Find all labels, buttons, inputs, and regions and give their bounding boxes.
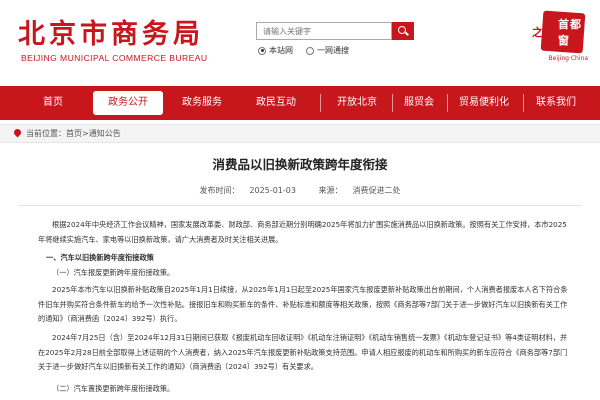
nav-item-gov-services[interactable]: 政务服务 [172,86,232,120]
nav-item-open-beijing[interactable]: 开放北京 [328,86,386,120]
article-paragraph: 2024年7月25日（含）至2024年12月31日期间已获取《报废机动车回收证明… [38,333,568,372]
nav-item-trade-facilitation[interactable]: 贸易便利化 [450,86,518,120]
nav-item-contact-us[interactable]: 联系我们 [527,86,585,120]
site-logo-cn[interactable]: 北京市商务局 [18,12,204,51]
subsection-heading: （二）汽车置换更新跨年度衔接政策。 [52,384,175,393]
publish-date: 2025-01-03 [249,186,296,195]
location-pin-icon [12,127,23,138]
radio-icon[interactable] [258,46,266,55]
brand-en-label: Beijing·China [548,55,588,62]
section-heading: 一、汽车以旧换新跨年度衔接政策 [46,253,154,262]
nav-item-ciftis[interactable]: 服贸会 [396,86,442,120]
site-header: 北京市商务局 BEIJING MUNICIPAL COMMERCE BUREAU… [0,0,600,86]
nav-item-interaction[interactable]: 政民互动 [246,86,306,120]
scope-option-label: 一网通搜 [317,46,349,55]
main-nav: 首页 政务公开 政务服务 政民互动 开放北京 服贸会 贸易便利化 联系我们 [0,86,600,120]
divider [18,205,582,206]
radio-icon[interactable] [306,46,314,55]
publish-label: 发布时间： [199,186,240,195]
breadcrumb: 当前位置：首页>通知公告 [0,124,600,143]
scope-option-site[interactable]: 本站网 [258,45,293,56]
breadcrumb-prefix: 当前位置： [26,129,66,138]
nav-item-home[interactable]: 首页 [28,86,78,120]
scope-option-all[interactable]: 一网通搜 [306,45,349,56]
nav-item-gov-affairs-open[interactable]: 政务公开 [93,91,163,115]
nav-divider [392,94,393,112]
scope-option-label: 本站网 [269,46,293,55]
article-paragraph: 根据2024年中央经济工作会议精神，国家发展改革委、财政部、商务部近期分别明确2… [38,220,567,244]
article-title: 消费品以旧换新政策跨年度衔接 [212,157,388,172]
nav-divider [447,94,448,112]
article-paragraph: 2025年本市汽车以旧换新补贴政策自2025年1月1日续接，从2025年1月1日… [38,285,568,324]
capital-window-logo: 之 首 都 窗 Beijing·China [528,10,588,66]
breadcrumb-path[interactable]: 首页>通知公告 [66,129,121,138]
subsection-heading: （一）汽车报废更新跨年度衔接政策。 [52,268,175,277]
article-source: 消费促进二处 [352,186,401,195]
site-logo-en: BEIJING MUNICIPAL COMMERCE BUREAU [21,53,208,63]
article-meta: 发布时间： 2025-01-03 来源： 消费促进二处 [0,185,600,196]
search-input[interactable] [256,22,392,40]
brand-zhi-char: 之 [532,26,543,39]
nav-divider [523,94,524,112]
source-label: 来源： [318,186,343,195]
search-button[interactable] [392,22,414,40]
nav-divider [320,94,321,112]
